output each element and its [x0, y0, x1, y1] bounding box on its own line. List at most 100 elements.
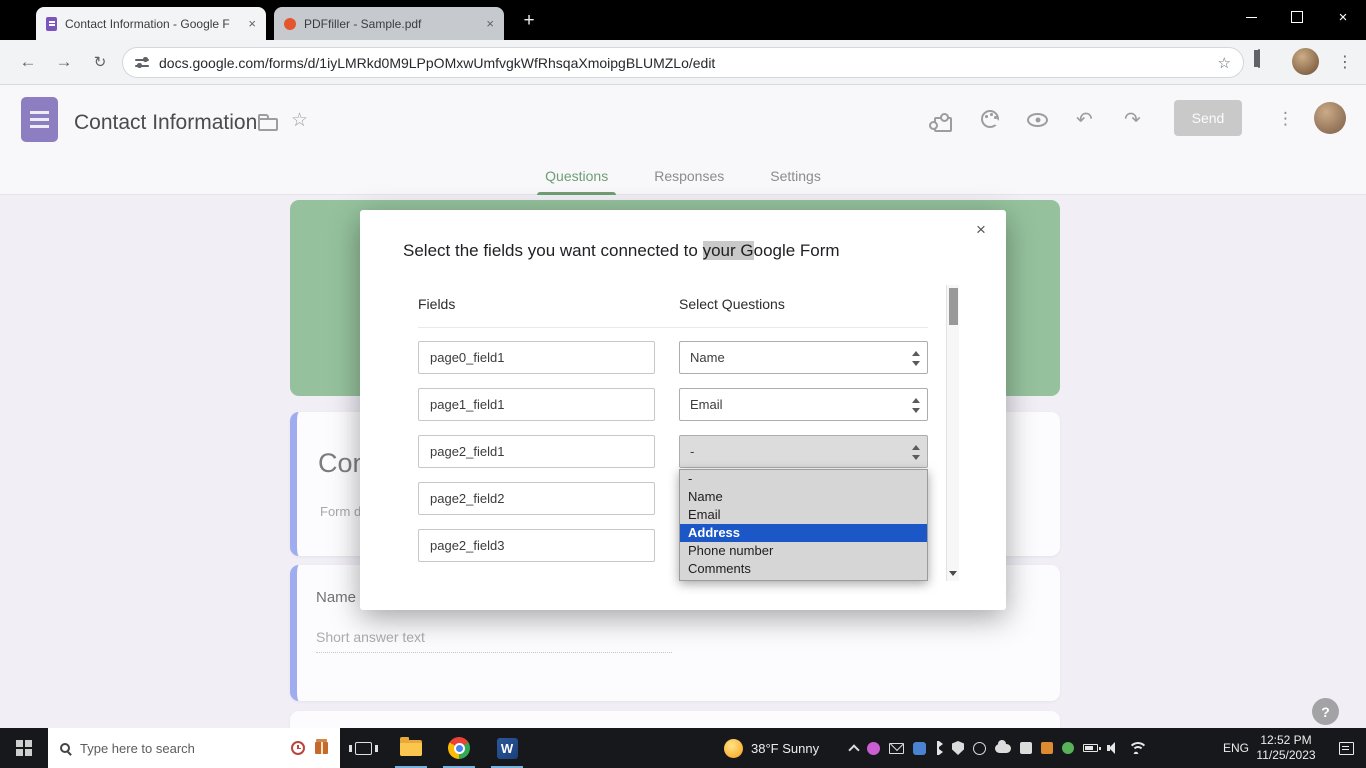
sun-icon: [724, 739, 743, 758]
question-select[interactable]: Name: [679, 341, 928, 374]
dialog-close-icon[interactable]: ×: [971, 220, 991, 240]
question-select[interactable]: Email: [679, 388, 928, 421]
address-bar[interactable]: docs.google.com/forms/d/1iyLMRkd0M9LPpOM…: [122, 47, 1244, 78]
questions-column-header: Select Questions: [679, 296, 785, 312]
sync-icon[interactable]: [973, 742, 986, 755]
preview-eye-icon: [1027, 113, 1048, 127]
dropdown-option[interactable]: Email: [680, 506, 927, 524]
search-highlight-clock-icon[interactable]: [291, 741, 305, 755]
pdffiller-favicon: [284, 18, 296, 30]
tab-questions: Questions: [543, 157, 610, 195]
dropdown-option[interactable]: Phone number: [680, 542, 927, 560]
browser-tab-forms[interactable]: Contact Information - Google F ×: [36, 7, 266, 40]
select-value: -: [690, 444, 694, 459]
dropdown-option[interactable]: Name: [680, 488, 927, 506]
connect-fields-dialog: × Select the fields you want connected t…: [360, 210, 1006, 610]
form-title: Contact Information: [74, 111, 257, 135]
select-dropdown-list: - Name Email Address Phone number Commen…: [679, 469, 928, 581]
start-button[interactable]: [0, 728, 48, 768]
pen-app-icon[interactable]: [867, 742, 880, 755]
scrollbar-thumb[interactable]: [949, 288, 958, 325]
select-arrows-icon: [912, 351, 920, 366]
scroll-down-arrow-icon[interactable]: [949, 571, 957, 576]
clock-time: 12:52 PM: [1260, 733, 1311, 748]
theme-palette-icon: [981, 110, 999, 128]
browser-menu-icon[interactable]: ⋮: [1334, 46, 1356, 78]
help-button[interactable]: ?: [1312, 698, 1339, 725]
tab-close-icon[interactable]: ×: [248, 16, 256, 31]
window-minimize-button[interactable]: [1228, 0, 1274, 34]
battery-icon[interactable]: [1083, 744, 1098, 752]
back-button[interactable]: ←: [12, 46, 44, 78]
question-select-open[interactable]: -: [679, 435, 928, 468]
url-text: docs.google.com/forms/d/1iyLMRkd0M9LPpOM…: [159, 55, 1208, 71]
browser-profile-avatar[interactable]: [1292, 48, 1319, 75]
field-input[interactable]: page2_field2: [418, 482, 655, 515]
reload-button[interactable]: ↻: [84, 46, 116, 78]
taskbar: Type here to search W 38°F Sunny: [0, 728, 1366, 768]
window-close-button[interactable]: ×: [1320, 0, 1366, 34]
browser-tab-pdffiller[interactable]: PDFfiller - Sample.pdf ×: [274, 7, 504, 40]
select-value: Email: [690, 397, 723, 412]
file-explorer-icon: [400, 740, 422, 756]
tab-close-icon[interactable]: ×: [486, 16, 494, 31]
taskbar-word[interactable]: W: [484, 728, 530, 768]
taskbar-clock[interactable]: 12:52 PM 11/25/2023: [1248, 728, 1324, 768]
bookmark-star-icon[interactable]: ☆: [1218, 54, 1231, 72]
more-menu-icon: ⋮: [1277, 109, 1294, 129]
search-highlight-gift-icon[interactable]: [315, 742, 328, 754]
mail-icon[interactable]: [889, 743, 904, 754]
task-view-button[interactable]: [340, 728, 386, 768]
taskbar-weather[interactable]: 38°F Sunny: [724, 728, 819, 768]
update-icon[interactable]: [1020, 742, 1032, 754]
forms-header: Contact Information ☆ ↶ ↷ Send ⋮ Questio…: [0, 85, 1366, 195]
dropdown-option-highlighted[interactable]: Address: [680, 524, 927, 542]
taskbar-file-explorer[interactable]: [388, 728, 434, 768]
dropdown-option[interactable]: Comments: [680, 560, 927, 578]
hidden-icons-chevron-icon[interactable]: [848, 744, 859, 755]
dialog-title: Select the fields you want connected to …: [403, 241, 840, 261]
volume-icon[interactable]: [1107, 741, 1119, 755]
taskbar-search[interactable]: Type here to search: [48, 728, 340, 768]
system-tray: [850, 728, 1144, 768]
bluetooth-icon[interactable]: [935, 741, 943, 755]
dialog-title-pre: Select the fields you want connected to: [403, 241, 703, 260]
header-divider: [418, 327, 928, 328]
field-input[interactable]: page0_field1: [418, 341, 655, 374]
select-arrows-icon: [912, 398, 920, 413]
action-center-button[interactable]: [1326, 728, 1366, 768]
teams-icon[interactable]: [913, 742, 926, 755]
java-icon[interactable]: [1041, 742, 1053, 754]
tab-title: Contact Information - Google F: [65, 17, 240, 31]
search-icon: [60, 743, 70, 753]
select-value: Name: [690, 350, 725, 365]
dropdown-option[interactable]: -: [680, 470, 927, 488]
window-maximize-button[interactable]: [1274, 0, 1320, 34]
site-info-icon[interactable]: [135, 57, 149, 69]
security-shield-icon[interactable]: [952, 741, 964, 755]
dialog-title-post: oogle Form: [754, 241, 840, 260]
short-answer-placeholder: Short answer text: [316, 629, 672, 653]
question-title: Name: [316, 589, 356, 606]
onedrive-icon[interactable]: [995, 744, 1011, 753]
send-button: Send: [1174, 100, 1242, 136]
dialog-scrollbar[interactable]: [946, 285, 959, 581]
side-panel-icon: [1258, 49, 1260, 68]
forward-button[interactable]: →: [48, 46, 80, 78]
forms-page: Contact Information ☆ ↶ ↷ Send ⋮ Questio…: [0, 85, 1366, 728]
new-tab-button[interactable]: +: [516, 9, 542, 33]
vpn-icon[interactable]: [1062, 742, 1074, 754]
search-placeholder: Type here to search: [80, 741, 281, 756]
field-input[interactable]: page1_field1: [418, 388, 655, 421]
next-card-sliver: [290, 711, 1060, 728]
taskbar-chrome[interactable]: [436, 728, 482, 768]
browser-titlebar: Contact Information - Google F × PDFfill…: [0, 0, 1366, 40]
field-input[interactable]: page2_field3: [418, 529, 655, 562]
word-icon: W: [497, 738, 518, 759]
redo-icon: ↷: [1124, 107, 1141, 132]
side-panel-button[interactable]: [1258, 50, 1260, 68]
field-input[interactable]: page2_field1: [418, 435, 655, 468]
browser-navbar: ← → ↻ docs.google.com/forms/d/1iyLMRkd0M…: [0, 40, 1366, 85]
weather-text: 38°F Sunny: [751, 741, 819, 756]
network-icon[interactable]: [1128, 742, 1144, 754]
